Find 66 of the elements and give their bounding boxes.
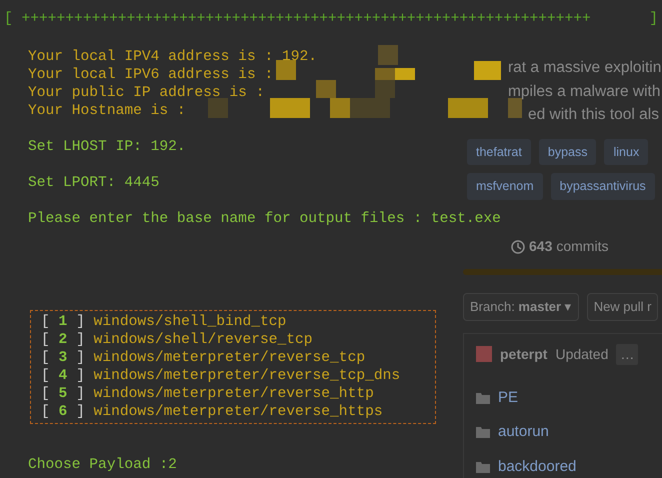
payload-number: 4 [58, 368, 68, 384]
more-button[interactable]: … [616, 344, 638, 364]
topic-tag[interactable]: linux [604, 138, 648, 166]
redaction-block [276, 60, 296, 80]
commit-message[interactable]: Updated [555, 344, 608, 364]
bracket: ] [76, 314, 85, 330]
header-rule: [ +++++++++++++++++++++++++++++++++++++++++++++++++++++++++++++++++ [4, 10, 591, 28]
folder-icon [476, 426, 490, 438]
payload-number: 1 [58, 314, 68, 330]
payload-name: windows/meterpreter/reverse_tcp_dns [94, 368, 400, 384]
folder-link[interactable]: PE [498, 386, 518, 409]
bracket: [ [41, 314, 50, 330]
payload-name: windows/meterpreter/reverse_tcp [94, 350, 366, 366]
payload-name: windows/meterpreter/reverse_https [94, 404, 383, 420]
payload-number: 5 [58, 386, 68, 402]
info-line: Your public IP address is : [28, 85, 264, 101]
bracket: ] [76, 368, 85, 384]
bracket: ] [76, 386, 85, 402]
prompt-value: test.exe [430, 211, 501, 227]
folder-icon [476, 460, 490, 473]
payload-number: 2 [58, 332, 68, 348]
redaction-block [378, 45, 398, 65]
topic-tag[interactable]: thefatrat [467, 138, 531, 166]
bracket: [ [41, 332, 50, 348]
folder-link[interactable]: autorun [498, 421, 549, 444]
payload-name: windows/shell_bind_tcp [94, 314, 286, 330]
avatar-icon [476, 346, 492, 362]
payload-name: windows/shell/reverse_tcp [94, 332, 313, 348]
redaction-block [508, 98, 522, 118]
folder-link[interactable]: backdoored [498, 456, 576, 478]
bracket: ] [76, 332, 85, 348]
topic-tag[interactable]: bypass [538, 138, 596, 166]
folder-icon [476, 392, 490, 404]
payload-number: 6 [58, 404, 68, 420]
topic-tag[interactable]: bypassantivirus [550, 173, 655, 200]
payload-number: 3 [58, 350, 68, 366]
new-pull-request-button[interactable]: New pull r [586, 293, 658, 320]
redaction-block [270, 98, 310, 118]
lhost-line: Set LHOST IP: 192. [28, 139, 186, 155]
bracket: ] [76, 404, 85, 420]
description-text: mpiles a malware with [508, 82, 660, 100]
commit-author[interactable]: peterpt [500, 344, 548, 364]
bracket: [ [41, 386, 50, 402]
header-bracket: ] [649, 10, 658, 28]
bracket: [ [41, 368, 50, 384]
lport-line: Set LPORT: 4445 [28, 175, 160, 191]
info-line: Your local IPV6 address is : [28, 67, 274, 83]
bracket: ] [76, 350, 85, 366]
info-line: Your local IPV4 address is : 192. [28, 49, 318, 65]
topic-tag[interactable]: msfvenom [467, 173, 543, 200]
payload-name: windows/meterpreter/reverse_http [94, 386, 374, 402]
bracket: [ [41, 350, 50, 366]
redaction-block [208, 98, 228, 118]
redaction-block [474, 61, 501, 80]
description-text: rat a massive exploitin [508, 59, 662, 76]
redaction-block [448, 98, 488, 118]
bracket: [ [41, 404, 50, 420]
branch-select[interactable]: Branch: master ▾ [463, 293, 579, 320]
history-icon [511, 240, 525, 254]
prompt-label: Please enter the base name for output files : [28, 211, 422, 227]
redaction-block [316, 80, 336, 98]
info-line: Your Hostname is : [28, 103, 186, 119]
commit-count: 643 [529, 237, 552, 256]
choose-payload-line: Choose Payload :2 [28, 457, 177, 473]
commits-label: commits [556, 237, 608, 256]
description-text: ed with this tool als [528, 106, 659, 123]
